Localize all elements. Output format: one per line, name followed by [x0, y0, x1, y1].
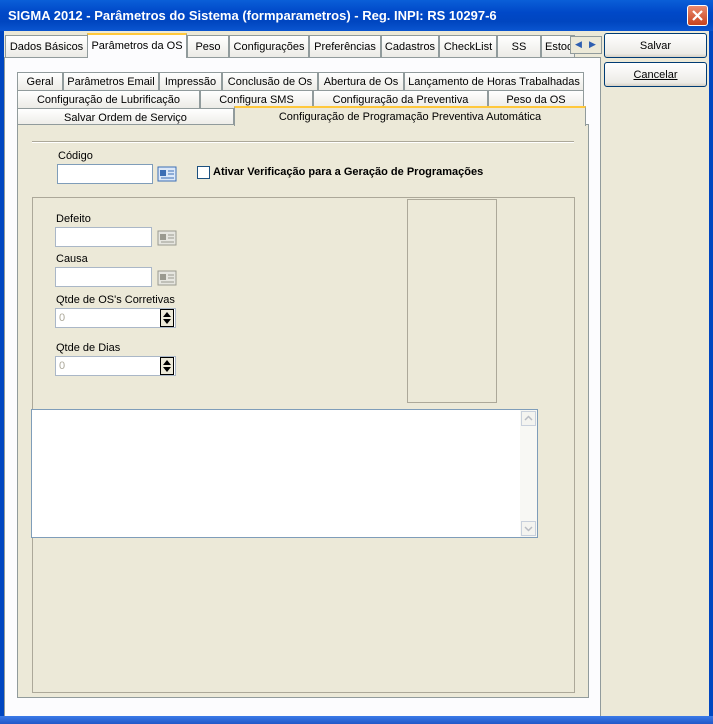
tab-cadastros[interactable]: Cadastros: [381, 35, 439, 57]
tab-parametros-da-os[interactable]: Parâmetros da OS: [87, 33, 187, 58]
subtab-label: Conclusão de Os: [227, 76, 313, 88]
codigo-input[interactable]: [57, 164, 153, 184]
subtab-label: Configura SMS: [219, 94, 294, 106]
ativar-verificacao-checkbox[interactable]: [197, 166, 210, 179]
qtde-corretivas-input[interactable]: 0: [55, 308, 176, 328]
subtab-conclusao-de-os[interactable]: Conclusão de Os: [222, 72, 318, 90]
subtab-label: Salvar Ordem de Serviço: [64, 112, 187, 124]
subtab-impressao[interactable]: Impressão: [159, 72, 222, 90]
qtde-dias-label: Qtde de Dias: [56, 342, 121, 354]
tab-configuracoes[interactable]: Configurações: [229, 35, 309, 57]
codigo-lookup-icon[interactable]: [157, 165, 177, 183]
subtab-label: Configuração de Lubrificação: [36, 94, 181, 106]
close-button[interactable]: [687, 5, 708, 26]
tab-label: CheckList: [443, 41, 493, 53]
tab-label: Peso: [195, 41, 221, 53]
tab-scroll-arrows[interactable]: ◀ ▶: [570, 36, 602, 54]
subtab-label: Peso da OS: [506, 94, 566, 106]
qtde-corretivas-spinner-icon[interactable]: [160, 309, 174, 327]
tab-peso[interactable]: Peso: [187, 35, 229, 57]
subtab-lancamento-horas[interactable]: Lançamento de Horas Trabalhadas: [404, 72, 584, 90]
title-bar: SIGMA 2012 - Parâmetros do Sistema (form…: [0, 0, 713, 31]
defeito-lookup-icon[interactable]: [157, 229, 177, 247]
save-button-label: Salvar: [639, 40, 672, 52]
scroll-down-icon[interactable]: [521, 521, 536, 536]
memo-textarea[interactable]: [31, 409, 538, 538]
tab-label: Configurações: [233, 41, 305, 53]
subtab-label: Parâmetros Email: [67, 76, 155, 88]
causa-label: Causa: [56, 253, 88, 265]
tab-preferencias[interactable]: Preferências: [309, 35, 381, 57]
scroll-up-icon[interactable]: [521, 411, 536, 426]
tab-label: SS: [511, 41, 527, 53]
tab-label: Parâmetros da OS: [91, 40, 183, 52]
qtde-corretivas-value: 0: [59, 312, 66, 324]
subtab-config-lubrificacao[interactable]: Configuração de Lubrificação: [17, 90, 200, 108]
subtab-label: Configuração de Programação Preventiva A…: [278, 111, 542, 123]
ativar-verificacao-label: Ativar Verificação para a Geração de Pro…: [213, 166, 484, 178]
tab-label: Dados Básicos: [9, 41, 84, 53]
close-icon: [692, 10, 703, 21]
tab-label: Cadastros: [384, 41, 436, 53]
cancel-button[interactable]: Cancelar: [604, 62, 707, 87]
taskbar: [0, 716, 713, 724]
tab-dados-basicos[interactable]: Dados Básicos: [5, 35, 88, 57]
qtde-corretivas-label: Qtde de OS's Corretivas: [56, 294, 175, 306]
subtab-label: Lançamento de Horas Trabalhadas: [408, 76, 580, 88]
subtab-label: Configuração da Preventiva: [332, 94, 469, 106]
chevron-right-icon[interactable]: ▶: [589, 39, 596, 50]
tab-ss[interactable]: SS: [497, 35, 541, 57]
subtab-label: Geral: [26, 76, 54, 88]
subtab-abertura-de-os[interactable]: Abertura de Os: [318, 72, 404, 90]
codigo-label: Código: [58, 150, 93, 162]
right-button-panel: Salvar Cancelar: [602, 31, 709, 724]
tab-label: Preferências: [314, 41, 376, 53]
separator: [32, 141, 574, 143]
subtab-label: Impressão: [164, 76, 217, 88]
subtab-config-programacao-preventiva[interactable]: Configuração de Programação Preventiva A…: [234, 106, 586, 126]
defeito-input[interactable]: [55, 227, 152, 247]
cancel-button-label: Cancelar: [633, 69, 678, 81]
window-title: SIGMA 2012 - Parâmetros do Sistema (form…: [8, 8, 497, 23]
causa-lookup-icon[interactable]: [157, 269, 177, 287]
tab-checklist[interactable]: CheckList: [439, 35, 497, 57]
chevron-left-icon[interactable]: ◀: [575, 39, 582, 50]
qtde-dias-input[interactable]: 0: [55, 356, 176, 376]
side-frame: [407, 199, 497, 403]
subtab-parametros-email[interactable]: Parâmetros Email: [63, 72, 159, 90]
causa-input[interactable]: [55, 267, 152, 287]
tab-label: Estoq: [545, 41, 574, 53]
qtde-dias-spinner-icon[interactable]: [160, 357, 174, 375]
qtde-dias-value: 0: [59, 360, 66, 372]
defeito-label: Defeito: [56, 213, 91, 225]
save-button[interactable]: Salvar: [604, 33, 707, 58]
subtab-label: Abertura de Os: [323, 76, 399, 88]
subtab-geral[interactable]: Geral: [17, 72, 63, 90]
memo-scrollbar[interactable]: [520, 410, 537, 537]
